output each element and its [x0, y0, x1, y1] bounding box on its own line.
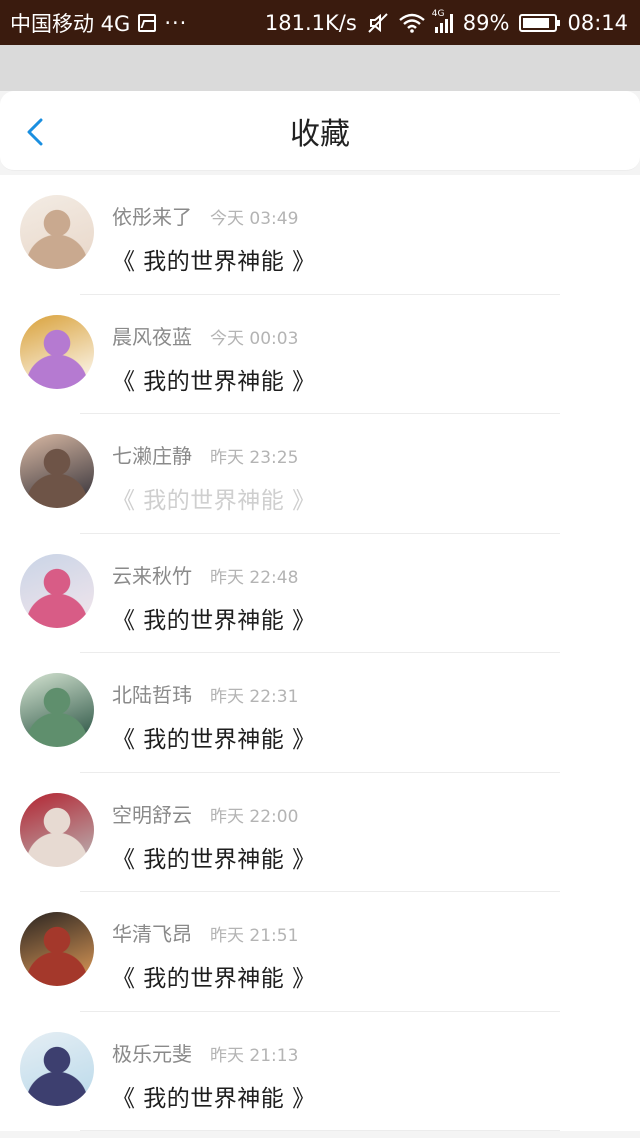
item-meta: 七濑庄静 昨天 23:25 — [112, 440, 316, 469]
timestamp: 昨天 22:00 — [210, 806, 299, 827]
divider — [80, 1130, 560, 1131]
item-meta: 依彤来了 今天 03:49 — [112, 201, 316, 230]
list-item[interactable]: 空明舒云 昨天 22:00 《 我的世界神能 》 — [0, 773, 640, 892]
author-name[interactable]: 空明舒云 — [112, 799, 192, 828]
post-title[interactable]: 《 我的世界神能 》 — [112, 959, 316, 993]
author-name[interactable]: 依彤来了 — [112, 201, 192, 230]
timestamp: 今天 03:49 — [210, 209, 299, 229]
list-item[interactable]: 华清飞昂 昨天 21:51 《 我的世界神能 》 — [0, 892, 640, 1012]
item-text: 七濑庄静 昨天 23:25 《 我的世界神能 》 — [112, 440, 316, 515]
back-arrow-icon[interactable] — [22, 117, 52, 147]
header-backdrop — [0, 45, 640, 91]
avatar[interactable] — [20, 673, 94, 747]
avatar[interactable] — [20, 195, 94, 269]
item-text: 依彤来了 今天 03:49 《 我的世界神能 》 — [112, 201, 316, 276]
item-meta: 北陆哲玮 昨天 22:31 — [112, 679, 316, 708]
author-name[interactable]: 极乐元斐 — [112, 1038, 192, 1067]
list-item[interactable]: 云来秋竹 昨天 22:48 《 我的世界神能 》 — [0, 534, 640, 653]
carrier-label: 中国移动 4G — [10, 11, 131, 36]
nav-bar: 收藏 — [0, 91, 640, 171]
image-notification-icon — [138, 13, 157, 32]
item-text: 极乐元斐 昨天 21:13 《 我的世界神能 》 — [112, 1038, 316, 1113]
timestamp: 昨天 22:48 — [210, 567, 299, 588]
timestamp: 昨天 21:51 — [210, 926, 299, 946]
author-name[interactable]: 华清飞昂 — [112, 918, 192, 947]
timestamp: 昨天 21:13 — [210, 1045, 299, 1066]
more-notifications-icon: ··· — [164, 10, 188, 35]
list-item[interactable]: 七濑庄静 昨天 23:25 《 我的世界神能 》 — [0, 414, 640, 534]
avatar[interactable] — [20, 553, 94, 628]
battery-percent: 89% — [462, 10, 510, 35]
battery-icon — [519, 13, 561, 32]
mute-icon — [368, 12, 388, 33]
post-title[interactable]: 《 我的世界神能 》 — [112, 1079, 316, 1113]
avatar[interactable] — [20, 792, 94, 867]
item-meta: 华清飞昂 昨天 21:51 — [112, 918, 316, 947]
avatar[interactable] — [20, 434, 94, 508]
list-item[interactable]: 极乐元斐 昨天 21:13 《 我的世界神能 》 — [0, 1012, 640, 1131]
author-name[interactable]: 七濑庄静 — [112, 440, 192, 469]
author-name[interactable]: 北陆哲玮 — [112, 679, 192, 708]
post-title[interactable]: 《 我的世界神能 》 — [112, 840, 316, 874]
timestamp: 昨天 22:31 — [210, 687, 299, 707]
post-title[interactable]: 《 我的世界神能 》 — [112, 720, 316, 754]
author-name[interactable]: 晨风夜蓝 — [112, 321, 192, 350]
item-text: 云来秋竹 昨天 22:48 《 我的世界神能 》 — [112, 560, 316, 635]
post-title[interactable]: 《 我的世界神能 》 — [112, 481, 316, 515]
network-type-badge: 4G — [431, 8, 445, 19]
list-item[interactable]: 晨风夜蓝 今天 00:03 《 我的世界神能 》 — [0, 295, 640, 414]
item-text: 空明舒云 昨天 22:00 《 我的世界神能 》 — [112, 799, 316, 874]
item-meta: 云来秋竹 昨天 22:48 — [112, 560, 316, 589]
item-text: 北陆哲玮 昨天 22:31 《 我的世界神能 》 — [112, 679, 316, 754]
timestamp: 昨天 23:25 — [210, 448, 299, 468]
list-item[interactable]: 依彤来了 今天 03:49 《 我的世界神能 》 — [0, 175, 640, 295]
network-speed: 181.1K/s — [264, 10, 357, 35]
item-meta: 晨风夜蓝 今天 00:03 — [112, 321, 316, 350]
wifi-icon — [399, 13, 425, 33]
page-title: 收藏 — [290, 116, 350, 152]
status-bar: 中国移动 4G ··· 181.1K/s 4G 89% 08:14 — [0, 0, 640, 45]
signal-icon: 4G — [432, 9, 453, 33]
item-text: 晨风夜蓝 今天 00:03 《 我的世界神能 》 — [112, 321, 316, 396]
item-meta: 空明舒云 昨天 22:00 — [112, 799, 316, 828]
avatar[interactable] — [20, 314, 94, 389]
clock: 08:14 — [567, 10, 628, 35]
list-item[interactable]: 北陆哲玮 昨天 22:31 《 我的世界神能 》 — [0, 653, 640, 773]
favorites-list: 依彤来了 今天 03:49 《 我的世界神能 》 晨风夜蓝 今天 00:03 《… — [0, 175, 640, 1131]
post-title[interactable]: 《 我的世界神能 》 — [112, 362, 316, 396]
timestamp: 今天 00:03 — [210, 328, 299, 349]
item-text: 华清飞昂 昨天 21:51 《 我的世界神能 》 — [112, 918, 316, 993]
avatar[interactable] — [20, 1031, 94, 1106]
avatar[interactable] — [20, 912, 94, 986]
post-title[interactable]: 《 我的世界神能 》 — [112, 601, 316, 635]
author-name[interactable]: 云来秋竹 — [112, 560, 192, 589]
post-title[interactable]: 《 我的世界神能 》 — [112, 242, 316, 276]
item-meta: 极乐元斐 昨天 21:13 — [112, 1038, 316, 1067]
